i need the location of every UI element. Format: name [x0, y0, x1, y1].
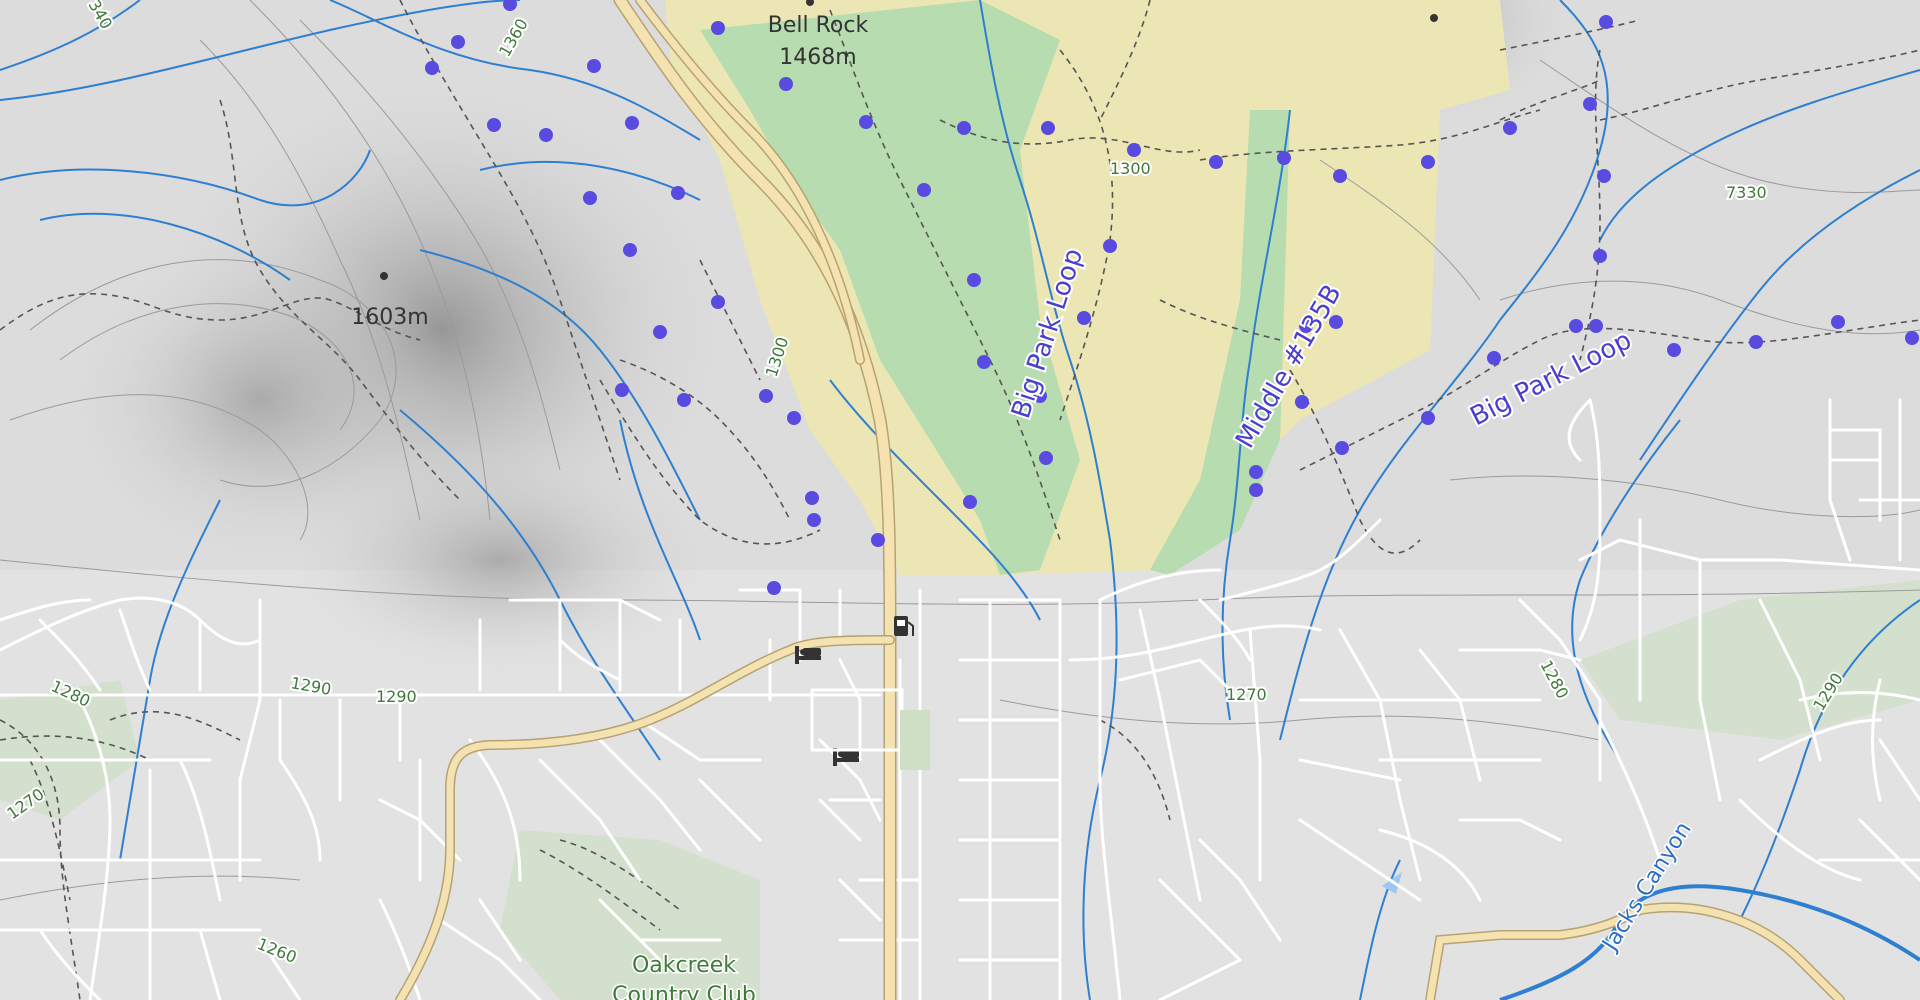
map-canvas[interactable]: Bell Rock 1468m 1603m Big Park Loop Midd…: [0, 0, 1920, 1000]
peak-elevation-1603: 1603m: [351, 305, 428, 330]
contour-label: 1290: [376, 687, 417, 706]
place-label-country-club: Country Club: [612, 983, 756, 1000]
contour-label: 1300: [1110, 159, 1151, 178]
contour-label: 1270: [1226, 685, 1267, 704]
peak-elevation-bell-rock: 1468m: [779, 45, 856, 70]
contour-label: 7330: [1726, 183, 1767, 202]
peak-name-bell-rock: Bell Rock: [768, 13, 869, 38]
place-label-oakcreek: Oakcreek: [632, 953, 736, 978]
park-area: [900, 710, 930, 770]
map-view[interactable]: Bell Rock 1468m 1603m Big Park Loop Midd…: [0, 0, 1920, 1000]
